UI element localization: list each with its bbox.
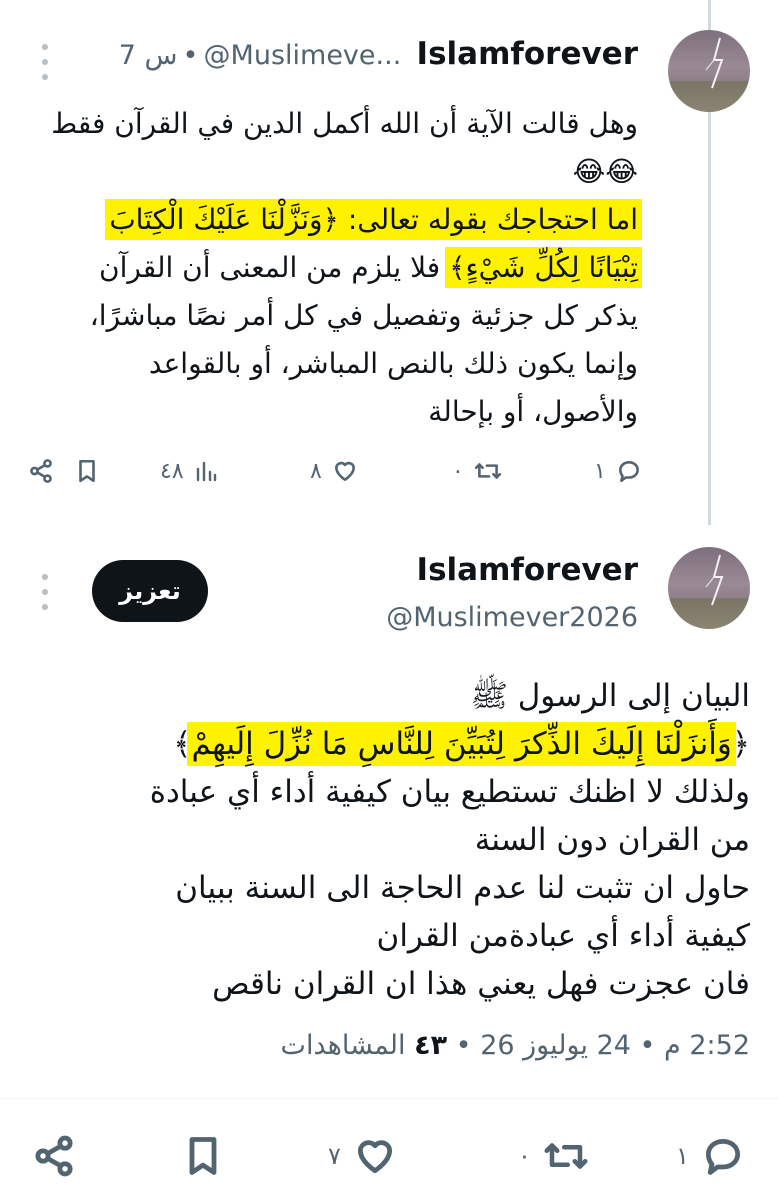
tweet-header: 7 س • @Muslimeve... Islamforever (119, 36, 638, 72)
tweet-line: فان عجزت فهل يعني هذا ان القران ناقص (212, 966, 750, 1002)
tweet-actions: ١ ٠ ٨ ٤٨ (0, 448, 700, 498)
tweet-line: من القران دون السنة (474, 822, 750, 858)
bookmark-button[interactable] (76, 448, 98, 494)
tweet-actions: ١ ٠ ٧ (0, 1128, 778, 1184)
tweet-line: كيفية أداء أي عبادةمن القران (376, 918, 750, 954)
views-button[interactable]: ٤٨ (160, 448, 218, 494)
repost-count: ٠ (518, 1142, 531, 1170)
post-date[interactable]: 24 يوليوز 26 (480, 1030, 631, 1061)
avatar[interactable] (668, 30, 750, 112)
analytics-icon (196, 461, 216, 482)
repost-count: ٠ (452, 458, 464, 484)
reply-button[interactable]: ١ (676, 1128, 745, 1184)
verse-close-bracket: ﴾ (173, 726, 192, 762)
lightning-photo (705, 37, 724, 89)
heart-icon (357, 1140, 392, 1174)
bookmark-icon (79, 459, 95, 483)
share-button[interactable] (28, 448, 54, 494)
heart-icon (334, 461, 355, 481)
tweet-text: وهل قالت الآية أن الله أكمل الدين في الق… (38, 100, 638, 436)
tweet-line: ولذلك لا اظنك تستطيع بيان كيفية أداء أي … (149, 774, 750, 810)
separator: • (639, 1030, 656, 1061)
tweet-line: حاول ان تثبت لنا عدم الحاجة الى السنة بب… (175, 870, 750, 906)
boost-button[interactable]: تعزيز (92, 560, 208, 622)
highlighted-verse: وَأَنزَلْنَا إِلَيكَ الذِّكرَ لِتُبَيِّن… (191, 726, 732, 762)
like-count: ٨ (310, 458, 322, 484)
share-icon (30, 459, 52, 483)
reply-count: ١ (676, 1142, 689, 1170)
like-button[interactable]: ٨ (310, 448, 358, 494)
views-count: ٤٣ (414, 1030, 448, 1061)
post-time[interactable]: 2:52 م (664, 1030, 750, 1061)
lightning-photo (705, 554, 724, 606)
user-handle[interactable]: @Muslimeve... (204, 40, 402, 71)
more-options-icon[interactable] (35, 574, 55, 610)
like-button[interactable]: ٧ (328, 1128, 397, 1184)
bookmark-button[interactable] (184, 1128, 222, 1184)
user-handle[interactable]: @Muslimever2026 (386, 602, 638, 633)
repost-icon (544, 1143, 588, 1169)
share-icon (35, 1135, 73, 1177)
like-count: ٧ (328, 1142, 341, 1170)
highlighted-text: تِبْيَانًا لِكُلِّ شَيْءٍ﴾ (449, 251, 638, 284)
user-name[interactable]: Islamforever (417, 552, 638, 588)
more-options-icon[interactable] (35, 44, 55, 80)
tweet-line: فلا يلزم من المعنى أن القرآن (99, 251, 441, 284)
tweet-timestamp-row: 2:52 م • 24 يوليوز 26 • ٤٣ المشاهدات (281, 1030, 750, 1061)
views-count: ٤٨ (160, 458, 184, 484)
tweet-line: وإنما يكون ذلك بالنص المباشر، أو بالقواع… (148, 347, 638, 380)
share-button[interactable] (32, 1128, 76, 1184)
repost-icon (474, 463, 501, 479)
laughing-emoji: 😂😂 (572, 155, 638, 188)
bookmark-icon (189, 1137, 217, 1175)
avatar[interactable] (668, 547, 750, 629)
reply-icon (618, 461, 639, 483)
reply-count: ١ (594, 458, 606, 484)
highlighted-text: اما احتجاجك بقوله تعالى: ﴿وَنَزَّلْنَا ع… (109, 203, 638, 236)
verse-open-bracket: ﴿ (731, 726, 750, 762)
separator: • (455, 1030, 472, 1061)
repost-button[interactable]: ٠ (518, 1128, 589, 1184)
views-label: المشاهدات (280, 1030, 406, 1061)
tweet-text: البيان إلى الرسول ﷺ ﴿وَأَنزَلْنَا إِلَيك… (30, 672, 750, 1008)
tweet-line: يذكر كل جزئية وتفصيل في كل أمر نصًا مباش… (89, 299, 638, 332)
user-name[interactable]: Islamforever (417, 36, 638, 72)
separator: • (182, 40, 199, 71)
timestamp[interactable]: 7 س (119, 40, 178, 71)
reply-icon (705, 1138, 740, 1175)
divider (0, 1098, 778, 1099)
tweet-line: وهل قالت الآية أن الله أكمل الدين في الق… (51, 107, 638, 140)
tweet-line: والأصول، أو بإحالة (428, 395, 638, 428)
repost-button[interactable]: ٠ (452, 448, 502, 494)
tweet-line: البيان إلى الرسول ﷺ (470, 678, 750, 714)
reply-button[interactable]: ١ (594, 448, 642, 494)
